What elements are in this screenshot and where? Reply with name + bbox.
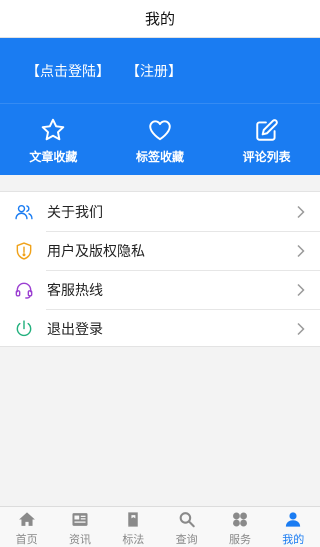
quick-action-label: 标签收藏 <box>136 150 185 164</box>
tab-label: 资讯 <box>68 533 91 546</box>
bottom-tab-bar: 首页 资讯 标法 查询 服务 我的 <box>0 506 320 547</box>
tab-mine[interactable]: 我的 <box>267 507 320 547</box>
page-title: 我的 <box>144 10 175 28</box>
shield-icon <box>16 241 32 260</box>
quick-action-label: 文章收藏 <box>29 150 78 164</box>
account-banner: 【点击登陆】 【注册】 <box>0 38 320 103</box>
tab-label: 标法 <box>122 533 145 546</box>
menu-item-about-us[interactable]: 关于我们 <box>0 192 320 231</box>
register-link[interactable]: 【注册】 <box>126 61 182 81</box>
heart-icon <box>149 120 171 141</box>
search-icon <box>179 512 195 528</box>
tab-label: 我的 <box>282 533 305 546</box>
power-icon <box>16 319 32 336</box>
top-bar: 我的 <box>0 0 320 38</box>
menu-item-label: 客服热线 <box>47 282 103 299</box>
login-link[interactable]: 【点击登陆】 <box>26 61 110 81</box>
tag-favorites-button[interactable]: 标签收藏 <box>107 104 214 175</box>
tab-home[interactable]: 首页 <box>0 507 53 547</box>
chevron-right-icon <box>297 322 305 335</box>
chevron-right-icon <box>297 244 305 257</box>
comment-list-button[interactable]: 评论列表 <box>213 104 320 175</box>
home-icon <box>18 512 35 526</box>
headset-icon <box>15 282 33 299</box>
quick-action-label: 评论列表 <box>242 150 291 164</box>
grid-icon <box>233 512 247 527</box>
quick-actions: 文章收藏 标签收藏 评论列表 <box>0 103 320 175</box>
menu-item-hotline[interactable]: 客服热线 <box>0 270 320 309</box>
chevron-right-icon <box>297 205 305 218</box>
tab-standards[interactable]: 标法 <box>107 507 160 547</box>
tab-label: 查询 <box>175 533 198 546</box>
menu-item-label: 用户及版权隐私 <box>47 243 145 260</box>
tab-label: 首页 <box>15 533 38 546</box>
menu-item-privacy[interactable]: 用户及版权隐私 <box>0 231 320 270</box>
tab-label: 服务 <box>228 533 251 546</box>
chevron-right-icon <box>297 283 305 296</box>
tab-search[interactable]: 查询 <box>160 507 213 547</box>
settings-menu: 关于我们 用户及版权隐私 客服热线 退出登录 <box>0 191 320 347</box>
book-icon <box>128 512 139 527</box>
menu-item-label: 退出登录 <box>47 321 103 338</box>
article-favorites-button[interactable]: 文章收藏 <box>0 104 107 175</box>
menu-item-label: 关于我们 <box>47 204 103 221</box>
news-icon <box>72 513 88 526</box>
edit-icon <box>255 119 278 141</box>
tab-services[interactable]: 服务 <box>213 507 266 547</box>
users-icon <box>15 204 33 219</box>
menu-item-logout[interactable]: 退出登录 <box>0 309 320 348</box>
tab-news[interactable]: 资讯 <box>53 507 106 547</box>
user-icon <box>286 512 301 527</box>
star-icon <box>42 118 65 141</box>
